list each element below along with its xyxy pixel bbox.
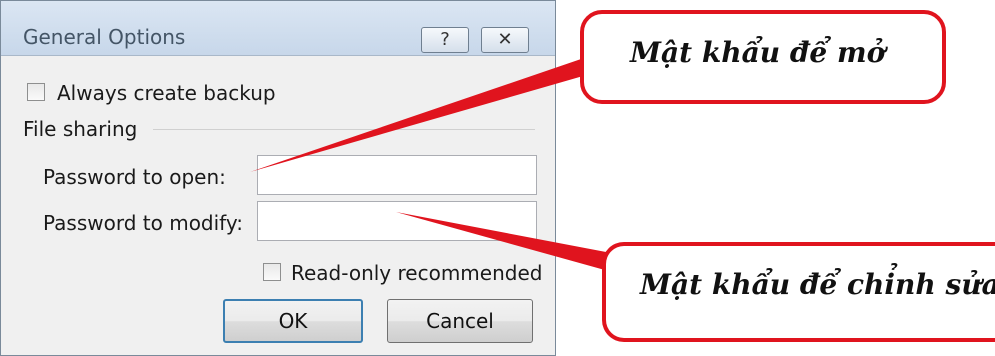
modify-password-callout-text: Mật khẩu để chỉnh sửa (640, 268, 995, 301)
modify-pointer (396, 212, 612, 272)
open-password-callout: Mật khẩu để mở (580, 10, 946, 104)
open-password-callout-text: Mật khẩu để mở (630, 36, 886, 69)
open-pointer (250, 58, 590, 172)
modify-password-callout: Mật khẩu để chỉnh sửa (602, 242, 995, 342)
